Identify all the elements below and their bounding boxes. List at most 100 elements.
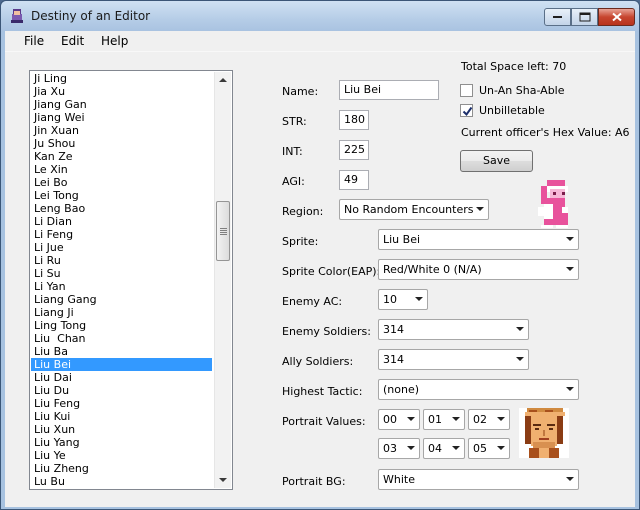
menu-edit[interactable]: Edit bbox=[59, 34, 86, 48]
enemy-ac-value: 10 bbox=[383, 293, 397, 306]
officer-list-item[interactable]: Li Feng bbox=[31, 228, 212, 241]
portrait-value-3-text: 03 bbox=[383, 442, 397, 455]
grip-icon bbox=[220, 228, 227, 236]
officer-list-item[interactable]: Ling Tong bbox=[31, 319, 212, 332]
highest-tactic-select[interactable]: (none) bbox=[378, 379, 579, 400]
sprite-color-label: Sprite Color(EAP): bbox=[282, 265, 381, 278]
name-label: Name: bbox=[282, 85, 319, 98]
officer-list-item[interactable]: Liu Chan bbox=[31, 332, 212, 345]
client-area: File Edit Help Ji Ling Jia Xu Jiang Gan Jia… bbox=[5, 31, 635, 507]
save-button[interactable]: Save bbox=[460, 150, 533, 172]
portrait-value-0[interactable]: 00 bbox=[378, 409, 420, 430]
officer-list-item[interactable]: Jiang Wei bbox=[31, 111, 212, 124]
portrait-value-3[interactable]: 03 bbox=[378, 438, 420, 459]
agi-field[interactable]: 49 bbox=[339, 170, 369, 190]
officer-list-item[interactable]: Lei Tong bbox=[31, 189, 212, 202]
chevron-down-icon bbox=[566, 387, 574, 391]
officer-list-items: Ji Ling Jia Xu Jiang Gan Jiang Wei Jin Xuan J… bbox=[31, 72, 212, 488]
maximize-button[interactable] bbox=[571, 8, 598, 26]
officer-list-item[interactable]: Li Yan bbox=[31, 280, 212, 293]
officer-list-item[interactable]: Le Xin bbox=[31, 163, 212, 176]
officer-list-item[interactable]: Liu Du bbox=[31, 384, 212, 397]
officer-list-item[interactable]: Lei Bo bbox=[31, 176, 212, 189]
chevron-down-icon bbox=[476, 207, 484, 211]
portrait-value-5-text: 05 bbox=[473, 442, 487, 455]
officer-list-item[interactable]: Li Jue bbox=[31, 241, 212, 254]
int-field[interactable]: 225 bbox=[339, 140, 369, 160]
officer-list-item[interactable]: Liu Feng bbox=[31, 397, 212, 410]
officer-list-item[interactable]: Liu Ba bbox=[31, 345, 212, 358]
agi-label: AGI: bbox=[282, 175, 305, 188]
portrait-value-5[interactable]: 05 bbox=[468, 438, 510, 459]
officer-list-item[interactable]: Jin Xuan bbox=[31, 124, 212, 137]
list-scrollbar[interactable] bbox=[214, 72, 231, 488]
officer-list-item[interactable]: Jiang Gan bbox=[31, 98, 212, 111]
portrait-value-2[interactable]: 02 bbox=[468, 409, 510, 430]
enemy-soldiers-label: Enemy Soldiers: bbox=[282, 325, 371, 338]
officer-list-item[interactable]: Liang Gang bbox=[31, 293, 212, 306]
chevron-down-icon bbox=[516, 327, 524, 331]
sprite-color-select[interactable]: Red/White 0 (N/A) bbox=[378, 259, 579, 280]
officer-list-item[interactable]: Liu Kui bbox=[31, 410, 212, 423]
unbilletable-checkbox[interactable] bbox=[460, 104, 473, 117]
officer-portrait bbox=[519, 408, 569, 458]
chevron-down-icon bbox=[566, 237, 574, 241]
chevron-down-icon bbox=[452, 446, 460, 450]
officer-list-item[interactable]: Ju Shou bbox=[31, 137, 212, 150]
ally-soldiers-value: 314 bbox=[383, 353, 404, 366]
unan-checkbox[interactable] bbox=[460, 84, 473, 97]
officer-list-item[interactable]: Liu Ye bbox=[31, 449, 212, 462]
chevron-down-icon bbox=[566, 267, 574, 271]
close-button[interactable] bbox=[598, 8, 635, 26]
officer-sprite bbox=[538, 180, 568, 228]
officer-list-item[interactable]: Li Su bbox=[31, 267, 212, 280]
editor-panel: Ji Ling Jia Xu Jiang Gan Jiang Wei Jin Xuan J… bbox=[5, 51, 635, 507]
officer-list-item[interactable]: Jia Xu bbox=[31, 85, 212, 98]
str-label: STR: bbox=[282, 115, 307, 128]
officer-list-item[interactable]: Liu Dai bbox=[31, 371, 212, 384]
enemy-ac-select[interactable]: 10 bbox=[378, 289, 428, 310]
chevron-down-icon bbox=[415, 297, 423, 301]
chevron-down-icon bbox=[452, 417, 460, 421]
enemy-soldiers-select[interactable]: 314 bbox=[378, 319, 529, 340]
officer-list-item[interactable]: Li Dian bbox=[31, 215, 212, 228]
unan-label: Un-An Sha-Able bbox=[479, 84, 565, 97]
officer-list-item[interactable]: Lu Bu bbox=[31, 475, 212, 488]
scroll-thumb[interactable] bbox=[216, 201, 230, 261]
officer-list-item[interactable]: Liu Xun bbox=[31, 423, 212, 436]
region-select[interactable]: No Random Encounters bbox=[339, 199, 489, 220]
enemy-soldiers-value: 314 bbox=[383, 323, 404, 336]
sprite-select[interactable]: Liu Bei bbox=[378, 229, 579, 250]
portrait-value-0-text: 00 bbox=[383, 413, 397, 426]
highest-tactic-label: Highest Tactic: bbox=[282, 385, 363, 398]
officer-list-item[interactable]: Li Ru bbox=[31, 254, 212, 267]
portrait-bg-label: Portrait BG: bbox=[282, 475, 346, 488]
scroll-up-button[interactable] bbox=[215, 72, 231, 89]
enemy-ac-label: Enemy AC: bbox=[282, 295, 343, 308]
officer-list-item[interactable]: Liu Yang bbox=[31, 436, 212, 449]
ally-soldiers-select[interactable]: 314 bbox=[378, 349, 529, 370]
officer-list-item[interactable]: Ji Ling bbox=[31, 72, 212, 85]
name-field[interactable]: Liu Bei bbox=[339, 80, 439, 100]
portrait-value-4[interactable]: 04 bbox=[423, 438, 465, 459]
portrait-bg-select[interactable]: White bbox=[378, 469, 579, 490]
str-field[interactable]: 180 bbox=[339, 110, 369, 130]
total-space-text: Total Space left: 70 bbox=[461, 60, 567, 73]
officer-list-item[interactable]: Liu Bei bbox=[31, 358, 212, 371]
chevron-down-icon bbox=[516, 357, 524, 361]
officer-list-item[interactable]: Liang Ji bbox=[31, 306, 212, 319]
menu-file[interactable]: File bbox=[22, 34, 46, 48]
officer-list-item[interactable]: Kan Ze bbox=[31, 150, 212, 163]
portrait-bg-value: White bbox=[383, 473, 415, 486]
maximize-icon bbox=[579, 12, 590, 22]
scroll-down-button[interactable] bbox=[215, 471, 231, 488]
title-bar[interactable]: Destiny of an Editor bbox=[1, 1, 639, 31]
portrait-value-2-text: 02 bbox=[473, 413, 487, 426]
officer-list[interactable]: Ji Ling Jia Xu Jiang Gan Jiang Wei Jin Xuan J… bbox=[29, 70, 233, 490]
chevron-down-icon bbox=[566, 477, 574, 481]
portrait-value-1[interactable]: 01 bbox=[423, 409, 465, 430]
officer-list-item[interactable]: Leng Bao bbox=[31, 202, 212, 215]
menu-help[interactable]: Help bbox=[99, 34, 130, 48]
officer-list-item[interactable]: Liu Zheng bbox=[31, 462, 212, 475]
minimize-button[interactable] bbox=[544, 8, 571, 26]
